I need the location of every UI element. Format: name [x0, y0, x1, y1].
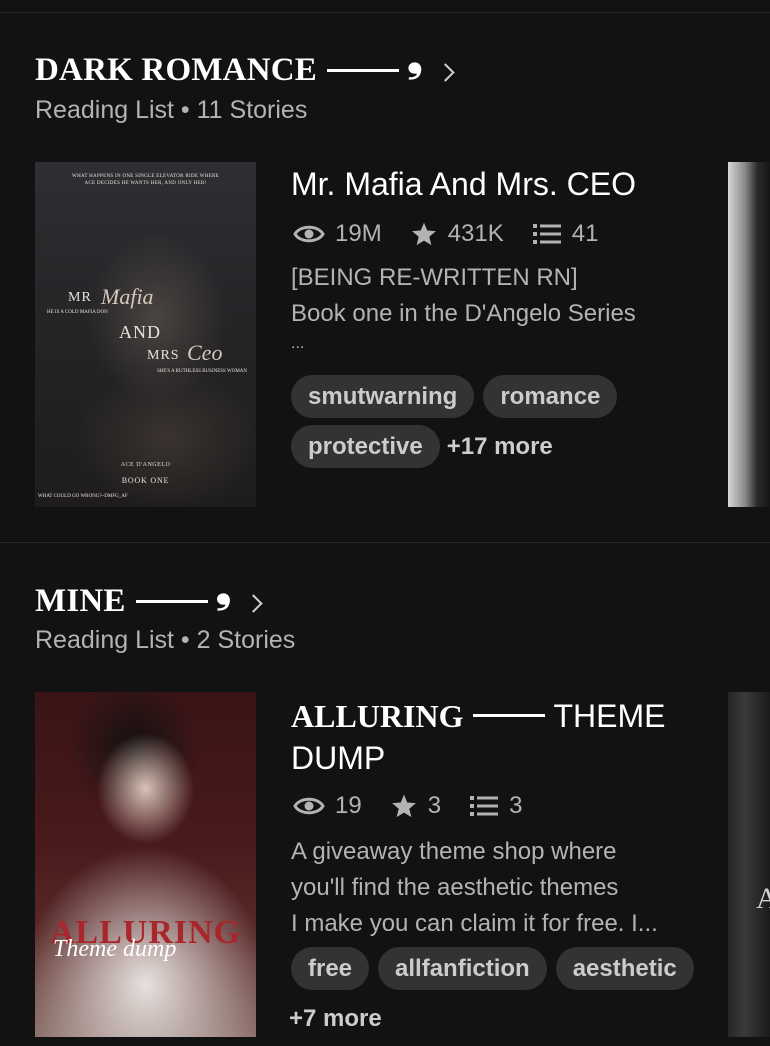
description-line: ...: [291, 335, 305, 352]
reads-stat: 19M: [293, 220, 382, 248]
description-line: A giveaway theme shop where: [291, 838, 617, 865]
star-icon: [391, 794, 416, 818]
parts-count: 3: [509, 792, 523, 819]
story-tags: smutwarning romance protective +17 more: [291, 375, 711, 475]
reads-count: 19M: [335, 220, 382, 247]
story-title-serif-part: ALLURING: [291, 698, 464, 734]
reads-stat: 19: [293, 792, 362, 820]
cover-mafia: Mafia: [101, 284, 154, 309]
section-divider: [0, 542, 770, 543]
title-decoration-line: [473, 714, 546, 718]
eye-icon: [293, 797, 325, 815]
cover-book-number: BOOK ONE: [121, 476, 170, 485]
tag-chip[interactable]: smutwarning: [291, 375, 475, 418]
story-cover-alluring[interactable]: ALLURING Theme dump: [35, 692, 256, 1037]
cover-tagline-she: SHE'S A RUTHLESS BUSINESS WOMAN: [157, 369, 247, 374]
title-decoration-comma: ❟: [406, 35, 423, 80]
title-decoration-comma: ❟: [215, 566, 232, 611]
chevron-right-icon[interactable]: [244, 593, 264, 613]
next-story-cover-peek[interactable]: [728, 162, 770, 507]
cover-tagline-top-2: ACE DECIDES HE WANTS HER, AND ONLY HER!: [84, 181, 207, 186]
story-description: A giveaway theme shop where you'll find …: [291, 834, 658, 942]
story-stats: 19 3 3: [293, 792, 550, 820]
reading-list-title: DARK ROMANCE: [35, 51, 317, 88]
cover-and: AND: [119, 322, 161, 342]
cover-author: ACE D'ANGELO: [120, 462, 171, 468]
reading-list-header-dark-romance[interactable]: DARK ROMANCE ❟: [35, 38, 455, 90]
description-line: [BEING RE-WRITTEN RN]: [291, 264, 578, 291]
tag-chip[interactable]: allfanfiction: [378, 947, 547, 990]
title-decoration-line: [135, 599, 208, 603]
eye-icon: [293, 225, 325, 243]
tag-chip[interactable]: aesthetic: [555, 947, 694, 990]
title-decoration-line: [326, 68, 399, 72]
parts-stat: 3: [469, 792, 522, 820]
cover-tagline-he: HE IS A COLD MAFIA DON: [47, 310, 108, 315]
reading-list-title: MINE: [35, 582, 126, 619]
story-title-part: DUMP: [291, 739, 386, 776]
description-line: Book one in the D'Angelo Series: [291, 300, 636, 327]
story-title-part: THEME: [553, 698, 666, 734]
story-stats: 19M 431K 41: [293, 220, 626, 248]
list-icon: [532, 224, 561, 244]
cover-bottom-tagline: WHAT COULD GO WRONG?~DMFG_AF: [38, 494, 128, 499]
reading-list-subtitle: Reading List • 11 Stories: [35, 96, 308, 124]
cover-mrs: MRS: [147, 348, 180, 363]
story-title[interactable]: Mr. Mafia And Mrs. CEO: [291, 164, 636, 206]
reading-list-subtitle: Reading List • 2 Stories: [35, 626, 296, 654]
list-icon: [470, 796, 499, 816]
top-divider: [0, 12, 770, 13]
next-story-cover-peek[interactable]: A: [728, 692, 770, 1037]
more-tags-link[interactable]: +17 more: [447, 425, 553, 468]
cover-tagline-top: WHAT HAPPENS IN ONE SINGLE ELEVATOR RIDE…: [72, 174, 219, 179]
description-line: I make you can claim it for free. I...: [291, 910, 658, 937]
peek-cover-letter: A: [756, 882, 770, 915]
story-tags: free allfanfiction aesthetic +7 more: [289, 947, 711, 1040]
more-tags-link[interactable]: +7 more: [289, 997, 382, 1040]
parts-count: 41: [571, 220, 599, 247]
star-icon: [411, 222, 436, 246]
story-cover-mr-mafia[interactable]: WHAT HAPPENS IN ONE SINGLE ELEVATOR RIDE…: [35, 162, 256, 507]
votes-count: 3: [427, 792, 442, 819]
parts-stat: 41: [532, 220, 599, 248]
tag-chip[interactable]: protective: [291, 425, 440, 468]
votes-count: 431K: [447, 220, 504, 247]
reading-list-header-mine[interactable]: MINE ❟: [35, 569, 264, 621]
cover-mr: MR: [68, 290, 92, 305]
description-line: you'll find the aesthetic themes: [291, 874, 619, 901]
tag-chip[interactable]: free: [291, 947, 370, 990]
story-description: [BEING RE-WRITTEN RN] Book one in the D'…: [291, 260, 636, 356]
votes-stat: 3: [390, 792, 441, 820]
cover-ceo: Ceo: [187, 340, 223, 365]
story-title[interactable]: ALLURING THEME DUMP: [291, 696, 711, 779]
votes-stat: 431K: [410, 220, 504, 248]
tag-chip[interactable]: romance: [483, 375, 618, 418]
cover-script: Theme dump: [53, 936, 177, 962]
library-screen: DARK ROMANCE ❟ Reading List • 11 Stories…: [0, 0, 770, 1046]
reads-count: 19: [335, 792, 362, 819]
chevron-right-icon[interactable]: [435, 62, 455, 82]
